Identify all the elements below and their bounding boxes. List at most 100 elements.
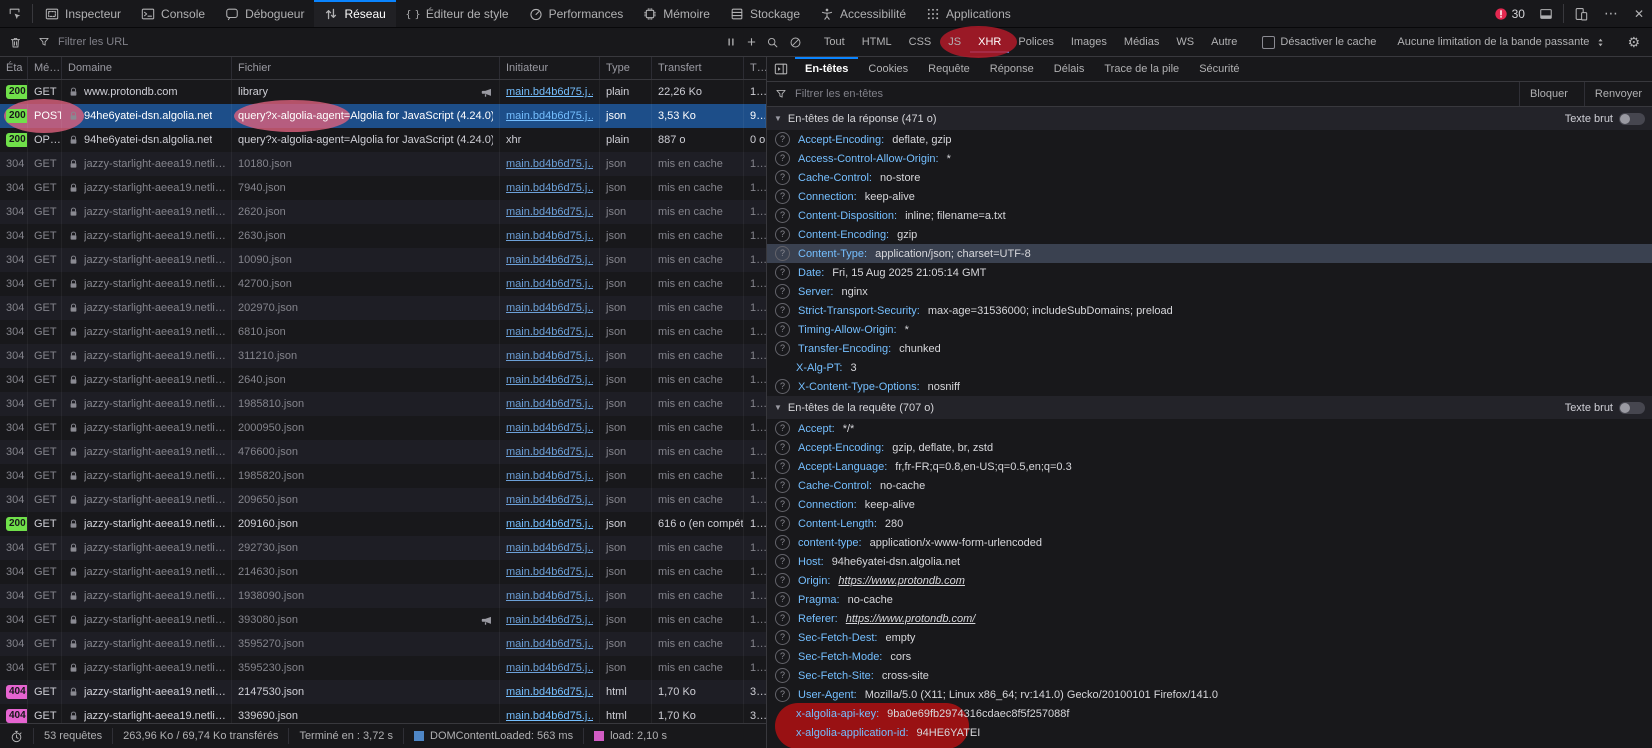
- filter-polices[interactable]: Polices: [1010, 32, 1061, 53]
- help-icon[interactable]: ?: [775, 687, 790, 702]
- network-request-row[interactable]: 304GETjazzy-starlight-aeea19.netli…21463…: [0, 560, 766, 584]
- initiator-link[interactable]: main.bd4b6d75.j…: [506, 398, 593, 410]
- headers-filter-input[interactable]: [793, 87, 1513, 101]
- help-icon[interactable]: ?: [775, 265, 790, 280]
- initiator-link[interactable]: main.bd4b6d75.j…: [506, 590, 593, 602]
- pick-element-button[interactable]: [0, 0, 30, 27]
- initiator-link[interactable]: main.bd4b6d75.j…: [506, 86, 593, 98]
- header-row[interactable]: ?Strict-Transport-Security:max-age=31536…: [767, 301, 1652, 320]
- initiator-link[interactable]: main.bd4b6d75.j…: [506, 518, 593, 530]
- header-row[interactable]: ?Server:nginx: [767, 282, 1652, 301]
- initiator-link[interactable]: main.bd4b6d75.j…: [506, 446, 593, 458]
- initiator-link[interactable]: main.bd4b6d75.j…: [506, 494, 593, 506]
- pause-log-button[interactable]: [720, 30, 742, 54]
- help-icon[interactable]: ?: [775, 132, 790, 147]
- column-header-m[interactable]: Mé…: [28, 57, 62, 79]
- help-icon[interactable]: ?: [775, 516, 790, 531]
- filter-xhr[interactable]: XHR: [970, 32, 1009, 53]
- header-row[interactable]: ?X-Content-Type-Options:nosniff: [767, 377, 1652, 396]
- help-icon[interactable]: ?: [775, 170, 790, 185]
- new-request-button[interactable]: +: [742, 30, 761, 54]
- header-row[interactable]: ?content-type:application/x-www-form-url…: [767, 533, 1652, 552]
- help-icon[interactable]: ?: [775, 189, 790, 204]
- header-row[interactable]: ?Transfer-Encoding:chunked: [767, 339, 1652, 358]
- details-tab-d-lais[interactable]: Délais: [1044, 57, 1095, 81]
- initiator-link[interactable]: main.bd4b6d75.j…: [506, 470, 593, 482]
- filter-html[interactable]: HTML: [854, 32, 900, 53]
- close-devtools-button[interactable]: ✕: [1626, 0, 1652, 27]
- initiator-link[interactable]: main.bd4b6d75.j…: [506, 110, 593, 122]
- details-tab-requ-te[interactable]: Requête: [918, 57, 980, 81]
- network-request-row[interactable]: 304GETjazzy-starlight-aeea19.netli…20009…: [0, 416, 766, 440]
- help-icon[interactable]: ?: [775, 535, 790, 550]
- block-request-button[interactable]: [784, 30, 807, 54]
- initiator-link[interactable]: main.bd4b6d75.j…: [506, 638, 593, 650]
- disable-cache-checkbox[interactable]: [1262, 36, 1275, 49]
- help-icon[interactable]: ?: [775, 459, 790, 474]
- header-row[interactable]: ?User-Agent:Mozilla/5.0 (X11; Linux x86_…: [767, 685, 1652, 704]
- help-icon[interactable]: ?: [775, 246, 790, 261]
- devtools-menu-button[interactable]: ⋯: [1596, 0, 1626, 27]
- network-request-row[interactable]: 404GETjazzy-starlight-aeea19.netli…21475…: [0, 680, 766, 704]
- header-row[interactable]: ?Content-Length:280: [767, 514, 1652, 533]
- header-row[interactable]: x-algolia-application-id:94HE6YATEI: [767, 723, 1652, 742]
- header-row[interactable]: ?Sec-Fetch-Site:cross-site: [767, 666, 1652, 685]
- header-row[interactable]: ?Timing-Allow-Origin:*: [767, 320, 1652, 339]
- filter-tout[interactable]: Tout: [816, 32, 853, 53]
- network-request-row[interactable]: 304GETjazzy-starlight-aeea19.netli…19858…: [0, 464, 766, 488]
- header-row[interactable]: x-algolia-api-key:9ba0e69fb2974316cdaec8…: [767, 704, 1652, 723]
- network-request-row[interactable]: 304GETjazzy-starlight-aeea19.netli…20965…: [0, 488, 766, 512]
- help-icon[interactable]: ?: [775, 668, 790, 683]
- column-header-fichier[interactable]: Fichier: [232, 57, 500, 79]
- header-row[interactable]: ?Accept-Encoding:deflate, gzip: [767, 130, 1652, 149]
- column-header-type[interactable]: Type: [600, 57, 652, 79]
- header-row[interactable]: ?Accept:*/*: [767, 419, 1652, 438]
- initiator-link[interactable]: main.bd4b6d75.j…: [506, 350, 593, 362]
- initiator-link[interactable]: main.bd4b6d75.j…: [506, 182, 593, 194]
- network-request-row[interactable]: 304GETjazzy-starlight-aeea19.netli…10090…: [0, 248, 766, 272]
- column-header-t[interactable]: T…: [744, 57, 766, 79]
- help-icon[interactable]: ?: [775, 303, 790, 318]
- dock-button[interactable]: [1531, 0, 1561, 27]
- header-value-link[interactable]: https://www.protondb.com/: [846, 613, 976, 625]
- details-tab-s-curit-[interactable]: Sécurité: [1189, 57, 1249, 81]
- tab-r-seau[interactable]: Réseau: [314, 0, 395, 27]
- help-icon[interactable]: ?: [775, 322, 790, 337]
- perf-analysis-button[interactable]: [0, 728, 34, 744]
- initiator-link[interactable]: main.bd4b6d75.j…: [506, 230, 593, 242]
- initiator-link[interactable]: main.bd4b6d75.j…: [506, 302, 593, 314]
- network-request-row[interactable]: 304GETjazzy-starlight-aeea19.netli…19380…: [0, 584, 766, 608]
- details-tab-r-ponse[interactable]: Réponse: [980, 57, 1044, 81]
- filter-css[interactable]: CSS: [901, 32, 940, 53]
- network-request-row[interactable]: 304GETjazzy-starlight-aeea19.netli…29273…: [0, 536, 766, 560]
- request-headers-section-toggle[interactable]: ▼ En-têtes de la requête (707 o) Texte b…: [767, 396, 1652, 419]
- network-request-row[interactable]: 304GETjazzy-starlight-aeea19.netli…19858…: [0, 392, 766, 416]
- header-row[interactable]: ?Pragma:no-cache: [767, 590, 1652, 609]
- network-request-row[interactable]: 304GETjazzy-starlight-aeea19.netli…47660…: [0, 440, 766, 464]
- column-header-transfert[interactable]: Transfert: [652, 57, 744, 79]
- initiator-link[interactable]: main.bd4b6d75.j…: [506, 566, 593, 578]
- help-icon[interactable]: ?: [775, 649, 790, 664]
- initiator-link[interactable]: main.bd4b6d75.j…: [506, 206, 593, 218]
- tab-accessibilit-[interactable]: Accessibilité: [810, 0, 916, 27]
- network-request-row[interactable]: 200POST94he6yatei-dsn.algolia.netquery?x…: [0, 104, 766, 128]
- column-header-ta[interactable]: Éta: [0, 57, 28, 79]
- help-icon[interactable]: ?: [775, 379, 790, 394]
- help-icon[interactable]: ?: [775, 611, 790, 626]
- tab-performances[interactable]: Performances: [519, 0, 634, 27]
- initiator-link[interactable]: main.bd4b6d75.j…: [506, 422, 593, 434]
- throttling-dropdown[interactable]: Aucune limitation de la bande passante: [1389, 36, 1614, 48]
- header-row[interactable]: ?Content-Encoding:gzip: [767, 225, 1652, 244]
- details-tab-cookies[interactable]: Cookies: [858, 57, 918, 81]
- network-request-row[interactable]: 304GETjazzy-starlight-aeea19.netli…20297…: [0, 296, 766, 320]
- initiator-link[interactable]: main.bd4b6d75.j…: [506, 614, 593, 626]
- help-icon[interactable]: ?: [775, 630, 790, 645]
- filter-js[interactable]: JS: [940, 32, 969, 53]
- header-row[interactable]: ?Cache-Control:no-cache: [767, 476, 1652, 495]
- search-button[interactable]: [761, 30, 784, 54]
- header-row[interactable]: ?Origin:https://www.protondb.com: [767, 571, 1652, 590]
- header-row[interactable]: ?Host:94he6yatei-dsn.algolia.net: [767, 552, 1652, 571]
- tab-applications[interactable]: Applications: [916, 0, 1021, 27]
- help-icon[interactable]: ?: [775, 208, 790, 223]
- initiator-link[interactable]: main.bd4b6d75.j…: [506, 710, 593, 722]
